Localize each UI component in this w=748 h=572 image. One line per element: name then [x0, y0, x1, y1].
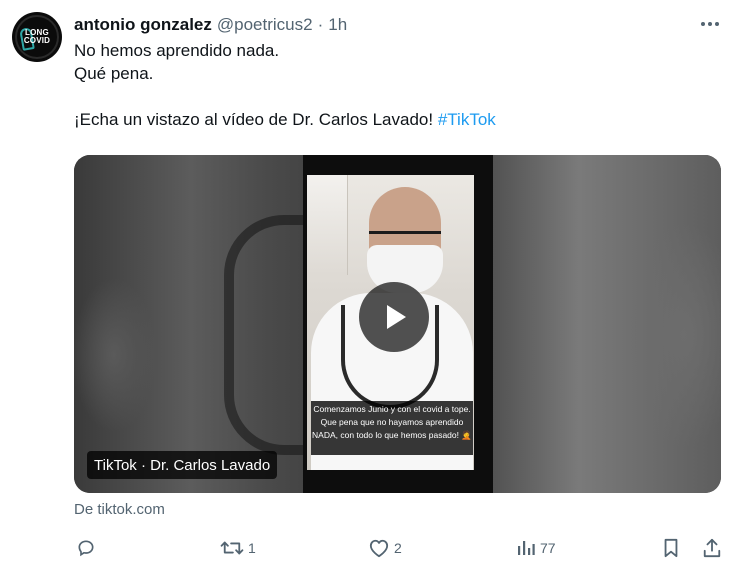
retweet-icon [220, 538, 244, 558]
cta-text: ¡Echa un vistazo al vídeo de Dr. Carlos … [74, 110, 434, 129]
bookmark-button[interactable] [662, 533, 680, 563]
video-caption: Comenzamos Junio y con el covid a tope. … [311, 401, 473, 455]
action-bar: 1 2 77 [0, 533, 748, 563]
share-button[interactable] [702, 533, 722, 563]
timestamp[interactable]: 1h [328, 15, 347, 35]
more-icon[interactable] [698, 14, 722, 34]
views-count: 77 [540, 540, 556, 556]
avatar-logo: LONG COVID [23, 28, 51, 45]
avatar[interactable]: LONG COVID [12, 12, 62, 62]
bookmark-icon [662, 538, 680, 558]
source-link[interactable]: De tiktok.com [74, 501, 165, 518]
tweet-text: No hemos aprendido nada. Qué pena. ¡Echa… [74, 39, 724, 131]
views-button[interactable]: 77 [516, 533, 556, 563]
share-icon [702, 538, 722, 558]
background-shape [224, 215, 314, 455]
like-button[interactable]: 2 [368, 533, 402, 563]
video-source-tag: TikTok · Dr. Carlos Lavado [87, 451, 278, 479]
like-count: 2 [394, 540, 402, 556]
video-card[interactable]: Comenzamos Junio y con el covid a tope. … [74, 155, 721, 493]
author-name[interactable]: antonio gonzalez [74, 15, 212, 35]
author-handle[interactable]: @poetricus2 [217, 15, 313, 35]
tweet-header: antonio gonzalez @poetricus2 · 1h [74, 14, 347, 36]
separator: · [317, 15, 324, 34]
retweet-button[interactable]: 1 [220, 533, 256, 563]
reply-icon [76, 538, 96, 558]
retweet-count: 1 [248, 540, 256, 556]
reply-button[interactable] [76, 533, 100, 563]
heart-icon [368, 538, 390, 558]
tweet-cta-line: ¡Echa un vistazo al vídeo de Dr. Carlos … [74, 108, 724, 131]
tweet-line: Qué pena. [74, 64, 154, 83]
play-icon[interactable] [359, 282, 429, 352]
hashtag-link[interactable]: #TikTok [438, 110, 496, 129]
tweet-line: No hemos aprendido nada. [74, 41, 280, 60]
cabinet [307, 175, 348, 275]
views-icon [516, 538, 536, 558]
